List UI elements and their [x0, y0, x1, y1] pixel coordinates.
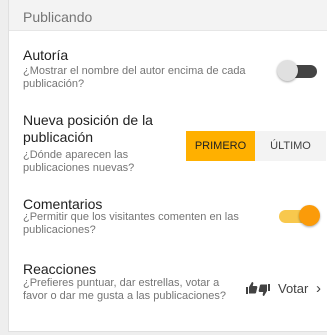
authorship-description: ¿Mostrar el nombre del autor encima de c… — [23, 65, 246, 90]
comments-description: ¿Permitir que los visitantes comenten en… — [23, 211, 239, 236]
new-post-position-description: ¿Dónde aparecen las publicaciones nuevas… — [23, 149, 135, 174]
toggle-thumb — [277, 60, 298, 81]
option-first-button[interactable]: PRIMERO — [186, 131, 255, 161]
new-post-position-selector: PRIMERO ÚLTIMO — [186, 131, 326, 161]
reactions-description: ¿Prefieres puntuar, dar estrellas, votar… — [23, 277, 227, 302]
reactions-value-label: Votar — [278, 281, 309, 296]
new-post-position-title: Nueva posición de la publicación — [23, 112, 153, 145]
comments-toggle[interactable] — [277, 205, 321, 227]
reactions-title: Reacciones — [23, 261, 97, 277]
option-last-button[interactable]: ÚLTIMO — [255, 131, 326, 161]
publishing-settings-panel: Publicando Autoría ¿Mostrar el nombre de… — [8, 0, 327, 332]
authorship-setting: Autoría ¿Mostrar el nombre del autor enc… — [9, 30, 327, 100]
reactions-select[interactable]: Votar › — [245, 277, 327, 299]
comments-setting: Comentarios ¿Permitir que los visitantes… — [9, 190, 327, 250]
thumbs-up-down-icon — [246, 282, 270, 296]
toggle-thumb — [299, 205, 320, 226]
section-header: Publicando — [9, 0, 327, 31]
authorship-toggle[interactable] — [277, 60, 321, 82]
authorship-title: Autoría — [23, 47, 69, 63]
chevron-right-icon: › — [316, 280, 321, 297]
section-title: Publicando — [23, 9, 93, 25]
